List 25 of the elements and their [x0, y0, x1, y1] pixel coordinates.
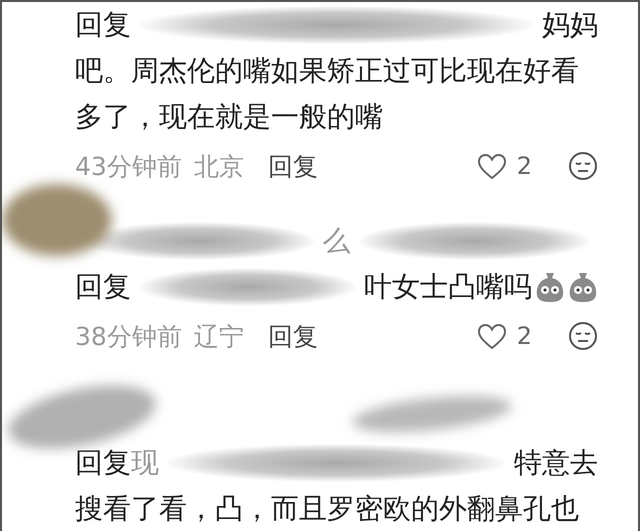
comment-text: 吧。周杰伦的嘴如果矫正过可比现在好看: [75, 53, 579, 89]
heart-icon[interactable]: [476, 322, 507, 350]
comment-location: 北京: [194, 150, 244, 182]
comment-location: 辽宁: [194, 320, 244, 352]
comment-time: 43分钟前: [75, 150, 182, 182]
sack-emoji-icon: [568, 271, 598, 303]
comment-text: 回复: [75, 445, 131, 481]
comment-text: 么: [322, 223, 350, 259]
comment-text: 现: [131, 445, 159, 481]
comment-text: 回复: [75, 269, 131, 305]
heart-icon[interactable]: [476, 152, 507, 180]
comment-text: 特意去: [514, 445, 598, 481]
like-count: 2: [516, 322, 532, 350]
comment-text: 叶女士凸嘴吗: [364, 269, 532, 305]
comment-text: 回复: [75, 7, 131, 43]
reply-link[interactable]: 回复: [268, 150, 318, 182]
comment-text: 搜看了看，凸，而且罗密欧的外翻鼻孔也: [75, 491, 579, 527]
emoji-face-icon[interactable]: [568, 321, 598, 351]
comment-time: 38分钟前: [75, 320, 182, 352]
reply-link[interactable]: 回复: [268, 320, 318, 352]
comment-text: 多了，现在就是一般的嘴: [75, 99, 383, 135]
comment-text: 妈妈: [542, 7, 598, 43]
like-count: 2: [516, 152, 532, 180]
emoji-face-icon[interactable]: [568, 151, 598, 181]
sack-emoji-icon: [535, 271, 565, 303]
